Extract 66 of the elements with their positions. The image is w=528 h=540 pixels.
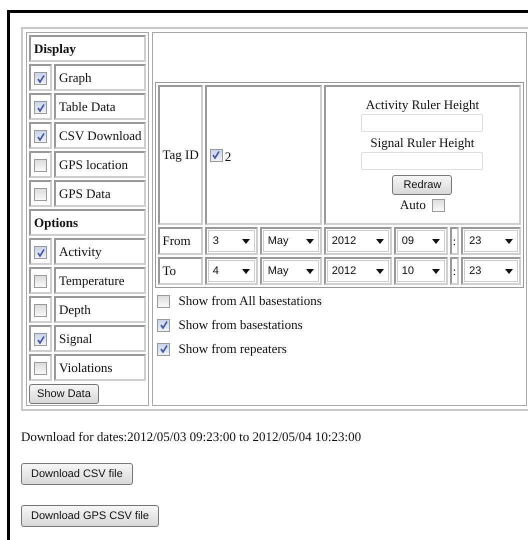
- checkbox-label: CSV Download: [54, 122, 146, 149]
- field-label: Activity Ruler Height: [364, 97, 480, 113]
- checkbox[interactable]: [34, 275, 47, 288]
- field-label: Signal Ruler Height: [369, 135, 476, 151]
- show-data-button[interactable]: Show Data: [29, 384, 99, 404]
- checkbox-label: Temperature: [54, 267, 146, 294]
- caret-icon: [376, 238, 384, 244]
- time-separator: :: [450, 257, 460, 285]
- checkbox-label: Violations: [54, 354, 146, 381]
- section-heading: Display: [29, 35, 146, 62]
- month-dropdown[interactable]: May: [262, 260, 319, 282]
- checkbox[interactable]: [157, 342, 170, 356]
- input-field[interactable]: [361, 114, 484, 132]
- minute-dropdown[interactable]: 23: [464, 230, 518, 252]
- checkbox[interactable]: [432, 198, 445, 212]
- caret-icon: [376, 268, 384, 274]
- checkbox-label: Show from All basestations: [178, 293, 322, 309]
- checkbox[interactable]: [34, 72, 47, 86]
- checkbox-label: Show from repeaters: [178, 341, 287, 357]
- checkbox[interactable]: [34, 130, 47, 144]
- checkbox[interactable]: [34, 246, 47, 260]
- hour-dropdown[interactable]: 10: [396, 260, 445, 282]
- minute-dropdown[interactable]: 23: [464, 260, 518, 282]
- month-dropdown[interactable]: May: [262, 230, 319, 252]
- caret-icon: [306, 238, 314, 244]
- time-separator: :: [450, 227, 460, 255]
- download-button[interactable]: Download CSV file: [21, 463, 133, 485]
- download-button[interactable]: Download GPS CSV file: [21, 505, 159, 527]
- tag-id-value: 2: [224, 149, 232, 165]
- caret-icon: [432, 268, 440, 274]
- year-dropdown[interactable]: 2012: [326, 260, 389, 282]
- checkbox-label: Signal: [54, 325, 146, 352]
- checkbox[interactable]: [34, 362, 47, 376]
- caret-icon: [432, 238, 440, 244]
- caret-icon: [306, 268, 314, 274]
- caret-icon: [242, 268, 250, 274]
- checkbox-label: GPS Data: [54, 180, 146, 207]
- checkbox-label: Activity: [54, 238, 146, 265]
- checkbox[interactable]: [157, 318, 170, 332]
- day-dropdown[interactable]: 4: [208, 260, 255, 282]
- caret-icon: [505, 268, 514, 274]
- checkbox[interactable]: [34, 188, 47, 202]
- date-row-label: From: [158, 227, 203, 255]
- redraw-button[interactable]: Redraw: [392, 175, 452, 195]
- caret-icon: [505, 238, 514, 244]
- checkbox[interactable]: [34, 333, 47, 346]
- day-dropdown[interactable]: 3: [208, 230, 255, 252]
- checkbox-label: Auto: [400, 197, 426, 213]
- section-heading: Options: [29, 209, 146, 236]
- checkbox[interactable]: [34, 159, 47, 172]
- checkbox-label: Table Data: [54, 93, 146, 120]
- checkbox[interactable]: [34, 304, 47, 318]
- input-field[interactable]: [361, 152, 484, 170]
- checkbox[interactable]: [157, 294, 170, 308]
- tag-id-label: Tag ID: [158, 85, 203, 225]
- year-dropdown[interactable]: 2012: [326, 230, 389, 252]
- download-dates-text: Download for dates:2012/05/03 09:23:00 to 2012/05/04 10:23:00: [21, 429, 362, 444]
- checkbox[interactable]: [210, 148, 223, 162]
- caret-icon: [242, 238, 250, 244]
- checkbox-label: Show from basestations: [178, 317, 303, 333]
- checkbox-label: Graph: [54, 64, 146, 91]
- hour-dropdown[interactable]: 09: [396, 230, 445, 252]
- checkbox-label: Depth: [54, 296, 146, 323]
- checkbox-label: GPS location: [54, 151, 146, 178]
- date-row-label: To: [158, 257, 203, 285]
- checkbox[interactable]: [34, 101, 47, 114]
